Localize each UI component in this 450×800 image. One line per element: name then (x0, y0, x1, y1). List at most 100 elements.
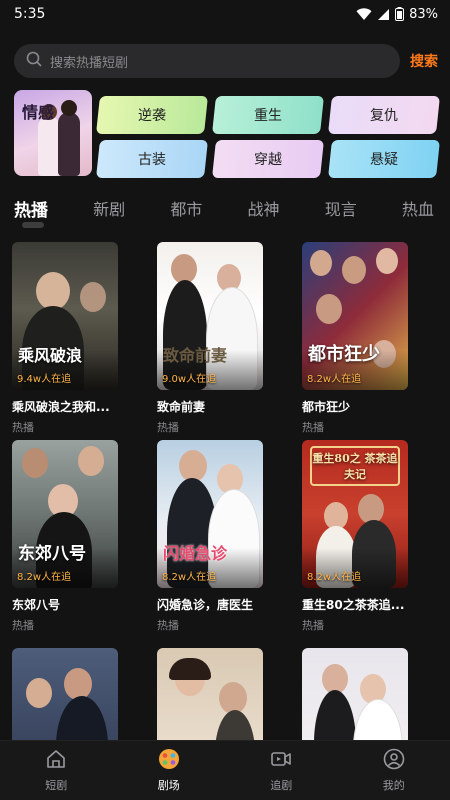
battery-percent: 83% (409, 6, 438, 22)
drama-poster: 重生80之 茶茶追夫记 8.2w人在追 (302, 440, 408, 588)
video-icon (270, 748, 292, 773)
drama-tag: 热播 (12, 421, 34, 434)
bottom-nav: 短剧 剧场 追剧 我的 (0, 740, 450, 800)
drama-card[interactable] (12, 648, 118, 742)
genre-chip-label: 古装 (138, 152, 166, 168)
view-count: 8.2w人在追 (307, 572, 362, 583)
nav-profile[interactable]: 我的 (349, 748, 439, 793)
view-count: 8.2w人在追 (162, 572, 217, 583)
poster-face (360, 674, 386, 704)
drama-title: 东郊八号 (12, 598, 61, 612)
tab-action[interactable]: 热血 (402, 196, 434, 224)
poster-figure (215, 710, 255, 742)
drama-title: 致命前妻 (157, 400, 206, 414)
category-tabs: 热播 新剧 都市 战神 现言 热血 (14, 196, 440, 228)
drama-card[interactable]: 乘风破浪 9.4w人在追 乘风破浪之我和... 热播 (12, 242, 118, 435)
drama-poster (302, 648, 408, 742)
drama-tag: 热播 (302, 421, 324, 434)
nav-theater[interactable]: 剧场 (124, 748, 214, 793)
nav-label: 剧场 (157, 779, 180, 792)
tab-hot[interactable]: 热播 (14, 196, 48, 228)
poster-title-art: 致命前妻 (163, 346, 228, 365)
battery-icon (395, 7, 405, 21)
tab-war-god[interactable]: 战神 (248, 196, 280, 224)
home-icon (45, 748, 67, 773)
drama-card[interactable]: 东郊八号 8.2w人在追 东郊八号 热播 (12, 440, 118, 633)
poster-title-art: 东郊八号 (18, 544, 86, 564)
poster-title-art: 乘风破浪 (18, 346, 83, 365)
view-count: 8.2w人在追 (307, 374, 362, 385)
drama-poster: 东郊八号 8.2w人在追 (12, 440, 118, 588)
status-bar: 5:35 83% (0, 0, 450, 28)
tab-urban[interactable]: 都市 (170, 196, 202, 224)
poster-title-art: 都市狂少 (308, 344, 380, 365)
tab-romance[interactable]: 现言 (325, 196, 357, 224)
poster-face (376, 248, 398, 274)
drama-card[interactable] (157, 648, 263, 742)
poster-face (342, 256, 366, 284)
genre-chip-label: 穿越 (254, 152, 282, 168)
genre-chip[interactable]: 逆袭 (96, 96, 208, 134)
genre-chip-label: 逆袭 (138, 108, 166, 124)
drama-grid: 乘风破浪 9.4w人在追 乘风破浪之我和... 热播 致命前妻 9.0w人在追 … (12, 242, 442, 742)
drama-tag: 热播 (302, 619, 324, 632)
couple-figure (58, 112, 80, 176)
poster-hair (169, 658, 211, 680)
poster-title-art: 闪婚急诊 (163, 544, 228, 563)
genre-chip-label: 悬疑 (370, 152, 398, 168)
drama-card[interactable]: 都市狂少 8.2w人在追 都市狂少 热播 (302, 242, 408, 435)
search-bar: 搜索热播短剧 搜索 (14, 44, 440, 78)
nav-label: 追剧 (270, 779, 293, 792)
drama-title: 重生80之茶茶追... (302, 598, 405, 612)
drama-title: 闪婚急诊，唐医生 (157, 598, 254, 612)
nav-following[interactable]: 追剧 (236, 748, 326, 793)
poster-face (36, 272, 70, 310)
drama-tag: 热播 (12, 619, 34, 632)
drama-title: 都市狂少 (302, 400, 351, 414)
search-button[interactable]: 搜索 (410, 51, 438, 71)
poster-face (80, 282, 106, 312)
nav-label: 短剧 (45, 779, 68, 792)
poster-face (22, 448, 48, 478)
genre-chip-label: 重生 (254, 108, 282, 124)
drama-poster: 致命前妻 9.0w人在追 (157, 242, 263, 390)
drama-poster (12, 648, 118, 742)
drama-card[interactable]: 闪婚急诊 8.2w人在追 闪婚急诊，唐医生 热播 (157, 440, 263, 633)
wifi-icon (356, 7, 372, 21)
search-placeholder: 搜索热播短剧 (50, 55, 129, 71)
genre-featured-card[interactable]: 情感 (14, 90, 92, 176)
poster-face (64, 668, 92, 700)
genre-featured-label: 情感 (22, 103, 55, 122)
genre-chip-label: 复仇 (370, 108, 398, 124)
drama-tag: 热播 (157, 421, 179, 434)
status-time: 5:35 (14, 6, 46, 22)
theater-icon (158, 748, 180, 773)
poster-face (316, 294, 342, 324)
genre-chip[interactable]: 穿越 (212, 140, 324, 178)
drama-poster: 乘风破浪 9.4w人在追 (12, 242, 118, 390)
search-icon (26, 51, 42, 71)
nav-short-drama[interactable]: 短剧 (11, 748, 101, 793)
drama-card[interactable]: 重生80之 茶茶追夫记 8.2w人在追 重生80之茶茶追... 热播 (302, 440, 408, 633)
user-icon (383, 748, 405, 773)
poster-face (26, 678, 52, 708)
signal-icon (377, 8, 390, 21)
poster-title-art: 重生80之 茶茶追夫记 (312, 452, 398, 481)
drama-title: 乘风破浪之我和... (12, 400, 110, 414)
drama-card[interactable] (302, 648, 408, 742)
genre-chip[interactable]: 复仇 (328, 96, 440, 134)
poster-face (78, 446, 104, 476)
genre-chip[interactable]: 悬疑 (328, 140, 440, 178)
view-count: 8.2w人在追 (17, 572, 72, 583)
genre-chip[interactable]: 重生 (212, 96, 324, 134)
view-count: 9.0w人在追 (162, 374, 217, 385)
couple-figure (38, 116, 60, 176)
genre-chip[interactable]: 古装 (96, 140, 208, 178)
tab-new[interactable]: 新剧 (93, 196, 125, 224)
search-input[interactable]: 搜索热播短剧 (14, 44, 400, 78)
poster-figure (314, 690, 356, 742)
nav-label: 我的 (382, 779, 405, 792)
drama-card[interactable]: 致命前妻 9.0w人在追 致命前妻 热播 (157, 242, 263, 435)
poster-figure (354, 700, 402, 742)
figure-head (61, 100, 77, 116)
